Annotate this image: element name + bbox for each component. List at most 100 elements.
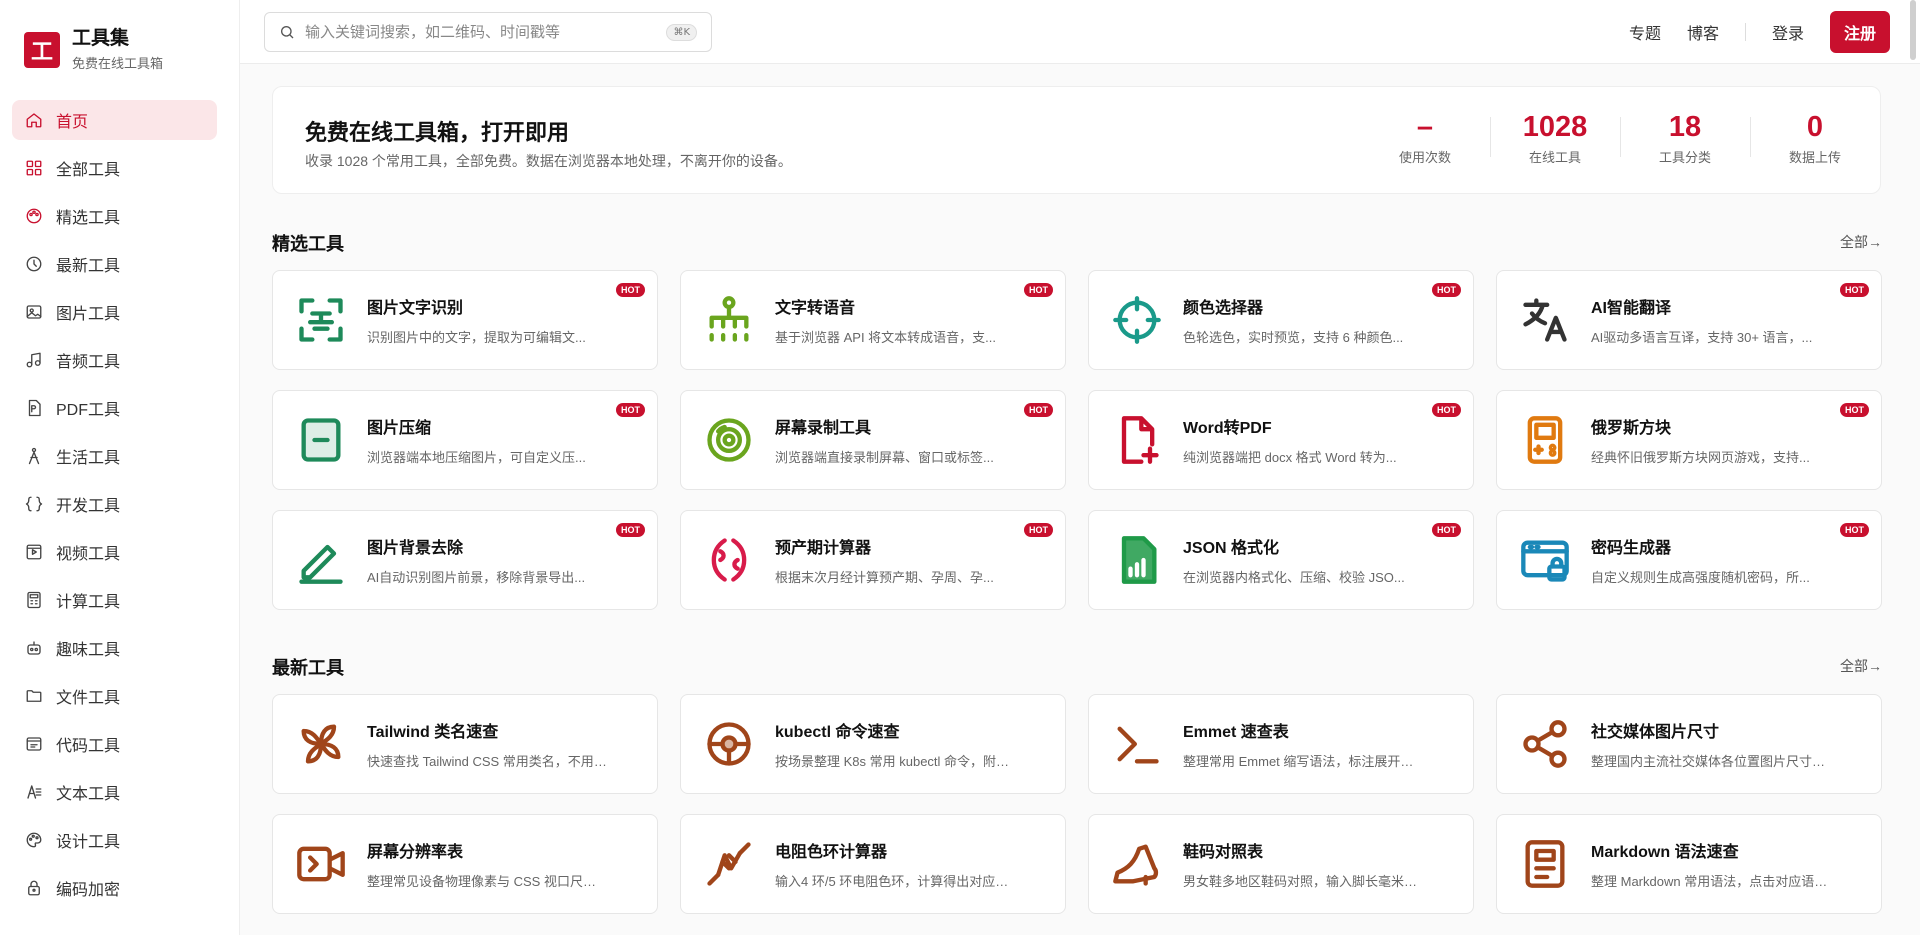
palette-star-icon (24, 206, 44, 226)
tool-card[interactable]: 图片压缩 浏览器端本地压缩图片，可自定义压... HOT (272, 390, 658, 490)
tool-card[interactable]: 文字转语音 基于浏览器 API 将文本转成语音，支... HOT (680, 270, 1066, 370)
steering-icon (701, 716, 757, 772)
tool-card[interactable]: 颜色选择器 色轮选色，实时预览，支持 6 种颜色... HOT (1088, 270, 1474, 370)
tool-card[interactable]: Tailwind 类名速查 快速查找 Tailwind CSS 常用类名，不用翻… (272, 694, 658, 794)
search-icon (281, 26, 294, 39)
blog-link[interactable]: 博客 (1687, 20, 1719, 44)
sidebar-item-14[interactable]: 文本工具 (12, 772, 217, 812)
brand[interactable]: 工 工具集 免费在线工具箱 (24, 28, 163, 72)
sidebar-item-2[interactable]: 精选工具 (12, 196, 217, 236)
stat-label: 使用次数 (1398, 150, 1451, 165)
stat-categories: 18 工具分类 (1620, 109, 1750, 173)
sidebar-item-0[interactable]: 首页 (12, 100, 217, 140)
sidebar-item-16[interactable]: 编码加密 (12, 868, 217, 908)
sidebar-item-10[interactable]: 计算工具 (12, 580, 217, 620)
tool-card[interactable]: Word转PDF 纯浏览器端把 docx 格式 Word 转为... HOT (1088, 390, 1474, 490)
hot-badge: HOT (1840, 403, 1869, 417)
topics-link[interactable]: 专题 (1629, 20, 1661, 44)
grid-icon (24, 158, 44, 178)
tool-card[interactable]: 图片文字识别 识别图片中的文字，提取为可编辑文... HOT (272, 270, 658, 370)
tool-title: Tailwind 类名速查 (367, 724, 499, 741)
search-box[interactable]: ⌘K (264, 12, 712, 52)
search-shortcut: ⌘K (666, 23, 697, 41)
sidebar-item-11[interactable]: 趣味工具 (12, 628, 217, 668)
top-bar: ⌘K 专题 博客 登录 注册 (240, 0, 1920, 64)
tool-card[interactable]: kubectl 命令速查 按场景整理 K8s 常用 kubectl 命令，附排.… (680, 694, 1066, 794)
share-icon (1517, 716, 1573, 772)
latest-more-link[interactable]: 全部→ (1840, 656, 1882, 676)
sidebar-item-label: 全部工具 (56, 162, 121, 179)
spreadsheet-chart-icon (1109, 532, 1165, 588)
document-icon (1517, 836, 1573, 892)
stat-label: 工具分类 (1658, 150, 1711, 165)
clock-icon (24, 254, 44, 274)
stat-tools: 1028 在线工具 (1490, 109, 1620, 173)
hot-badge: HOT (1840, 523, 1869, 537)
stat-value: – (1416, 111, 1434, 143)
hot-badge: HOT (1024, 403, 1053, 417)
hero-title: 免费在线工具箱，打开即用 (305, 120, 570, 145)
tool-description: 根据末次月经计算预产期、孕周、孕... (775, 570, 994, 585)
tool-title: 电阻色环计算器 (775, 844, 888, 861)
sidebar-item-9[interactable]: 视频工具 (12, 532, 217, 572)
sidebar-item-7[interactable]: 生活工具 (12, 436, 217, 476)
tool-card[interactable]: 俄罗斯方块 经典怀旧俄罗斯方块网页游戏，支持... HOT (1496, 390, 1882, 490)
tool-card[interactable]: 图片背景去除 AI自动识别图片前景，移除背景导出... HOT (272, 510, 658, 610)
tool-title: Word转PDF (1183, 420, 1272, 437)
browser-lock-icon (1517, 532, 1573, 588)
stats: – 使用次数 1028 在线工具 18 工具分类 0 数据上传 (1360, 109, 1880, 173)
tool-description: 浏览器端直接录制屏幕、窗口或标签... (775, 450, 994, 465)
register-button[interactable]: 注册 (1829, 11, 1890, 53)
sidebar-item-6[interactable]: PDF工具 (12, 388, 217, 428)
tool-card[interactable]: 密码生成器 自定义规则生成高强度随机密码，所... HOT (1496, 510, 1882, 610)
tool-card[interactable]: 屏幕录制工具 浏览器端直接录制屏幕、窗口或标签... HOT (680, 390, 1066, 490)
sidebar-item-3[interactable]: 最新工具 (12, 244, 217, 284)
sidebar-item-15[interactable]: 设计工具 (12, 820, 217, 860)
scrollbar[interactable] (1910, 0, 1916, 60)
minus-square-icon (293, 412, 349, 468)
divider (1744, 23, 1746, 41)
crosshair-icon (1109, 292, 1165, 348)
latest-section-title: 最新工具 (272, 658, 344, 678)
search-input[interactable] (305, 23, 657, 41)
sidebar-nav: 首页 全部工具 精选工具 最新工具 图片工具 音频工具 PDF工具 生活工具 开… (12, 100, 217, 916)
sidebar-item-1[interactable]: 全部工具 (12, 148, 217, 188)
tool-card[interactable]: 屏幕分辨率表 整理常见设备物理像素与 CSS 视口尺寸对... (272, 814, 658, 914)
tool-card[interactable]: Markdown 语法速查 整理 Markdown 常用语法，点击对应语法... (1496, 814, 1882, 914)
sidebar-item-label: 图片工具 (56, 306, 121, 323)
login-link[interactable]: 登录 (1772, 20, 1804, 44)
video-icon (24, 542, 44, 562)
sidebar-item-label: 代码工具 (56, 738, 121, 755)
featured-more-link[interactable]: 全部→ (1840, 232, 1882, 252)
image-icon (24, 302, 44, 322)
sidebar-item-13[interactable]: 代码工具 (12, 724, 217, 764)
tool-description: 基于浏览器 API 将文本转成语音，支... (775, 330, 997, 345)
tool-description: 按场景整理 K8s 常用 kubectl 命令，附排... (775, 754, 1015, 769)
sidebar-item-4[interactable]: 图片工具 (12, 292, 217, 332)
tool-description: 男女鞋多地区鞋码对照，输入脚长毫米数... (1183, 874, 1423, 889)
tool-card[interactable]: Emmet 速查表 整理常用 Emmet 缩写语法，标注展开后... (1088, 694, 1474, 794)
tool-card[interactable]: 预产期计算器 根据末次月经计算预产期、孕周、孕... HOT (680, 510, 1066, 610)
hot-badge: HOT (1432, 523, 1461, 537)
tool-title: 社交媒体图片尺寸 (1591, 724, 1720, 741)
sidebar-item-5[interactable]: 音频工具 (12, 340, 217, 380)
sidebar-item-label: PDF工具 (56, 402, 121, 419)
tool-card[interactable]: AI智能翻译 AI驱动多语言互译，支持 30+ 语言，... HOT (1496, 270, 1882, 370)
sidebar-item-8[interactable]: 开发工具 (12, 484, 217, 524)
brand-name: 工具集 (72, 28, 130, 49)
tool-title: kubectl 命令速查 (775, 724, 900, 741)
tool-card[interactable]: 社交媒体图片尺寸 整理国内主流社交媒体各位置图片尺寸，... (1496, 694, 1882, 794)
latest-grid: Tailwind 类名速查 快速查找 Tailwind CSS 常用类名，不用翻… (272, 694, 1882, 914)
sidebar-item-12[interactable]: 文件工具 (12, 676, 217, 716)
tool-card[interactable]: 电阻色环计算器 输入4 环/5 环电阻色环，计算得出对应阻... (680, 814, 1066, 914)
tool-card[interactable]: JSON 格式化 在浏览器内格式化、压缩、校验 JSO... HOT (1088, 510, 1474, 610)
stat-value: 0 (1806, 111, 1824, 143)
tool-title: JSON 格式化 (1183, 540, 1280, 557)
tool-description: AI驱动多语言互译，支持 30+ 语言，... (1591, 330, 1813, 345)
tool-description: 输入4 环/5 环电阻色环，计算得出对应阻... (775, 874, 1015, 889)
sidebar-item-label: 开发工具 (56, 498, 121, 515)
tool-card[interactable]: 鞋码对照表 男女鞋多地区鞋码对照，输入脚长毫米数... (1088, 814, 1474, 914)
tool-title: 屏幕分辨率表 (367, 844, 464, 861)
calculator-icon (24, 590, 44, 610)
file-plus-icon (1109, 412, 1165, 468)
